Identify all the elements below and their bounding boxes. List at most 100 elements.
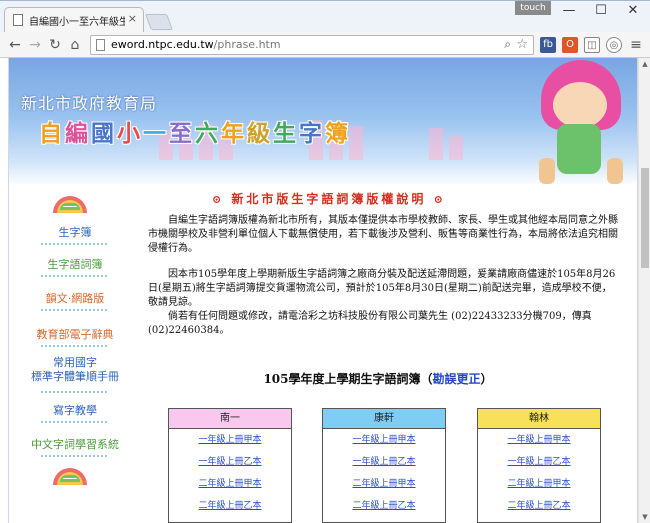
vertical-scrollbar[interactable]: ▲ ▼ — [638, 58, 650, 523]
rainbow-icon — [53, 196, 87, 213]
scroll-up-icon[interactable]: ▲ — [639, 58, 650, 70]
wave-divider — [41, 418, 107, 423]
close-window-button[interactable]: ✕ — [618, 1, 648, 21]
download-link[interactable]: 二年級上冊甲本 — [478, 473, 600, 495]
notice-title: ⊙ 新北市版生字語詞簿版權說明 ⊙ — [212, 190, 446, 207]
section-heading: 105學年度上學期生字語詞簿（勘誤更正） — [263, 372, 493, 386]
menu-icon[interactable]: ≡ — [628, 37, 644, 53]
mascot-girl-leg — [539, 158, 555, 184]
scroll-down-icon[interactable]: ▼ — [639, 511, 650, 523]
title-char: 一 — [143, 120, 167, 147]
sidebar-item-chinese-learning-system[interactable]: 中文字詞學習系統 — [15, 436, 135, 452]
contact-paragraph: 倘若有任何問題或修改，請電洽彩之坊科技股份有限公司葉先生 (02)2243323… — [148, 311, 592, 336]
mascot-girl-body — [557, 124, 601, 174]
section-heading-text: 105學年度上學期生字語詞簿 — [263, 372, 421, 386]
title-char: 六 — [195, 120, 219, 147]
home-icon[interactable]: ⌂ — [66, 36, 84, 54]
address-url[interactable]: eword.ntpc.edu.tw/phrase.htm — [111, 38, 281, 51]
publisher-header: 南一 — [169, 409, 291, 429]
sidebar-item-vocab-book[interactable]: 生字簿 — [15, 224, 135, 240]
scrollbar-thumb[interactable] — [641, 168, 649, 268]
title-char: 編 — [65, 120, 89, 147]
mascot-girl-face — [553, 82, 607, 128]
site-title: 自編國小一至六年級生字簿 — [39, 114, 351, 148]
publisher-box-kangxuan: 康軒 一年級上冊甲本 一年級上冊乙本 二年級上冊甲本 二年級上冊乙本 — [322, 408, 446, 523]
notice-title-text: 新北市版生字語詞簿版權說明 — [231, 192, 427, 206]
minimize-button[interactable]: — — [554, 1, 584, 21]
title-char: 年 — [221, 120, 245, 147]
sidebar-item-label: 常用國字 — [53, 356, 97, 369]
new-tab-button[interactable] — [145, 14, 173, 30]
download-link[interactable]: 二年級上冊甲本 — [323, 473, 445, 495]
mascot-girl-leg — [607, 158, 623, 184]
sidebar-item-vocab-phrase-book[interactable]: 生字語詞簿 — [15, 256, 135, 272]
sidebar-item-stroke-order[interactable]: 常用國字 標準字體筆順手冊 — [15, 356, 135, 386]
page-info-icon[interactable] — [96, 39, 105, 51]
tab-close-icon[interactable]: × — [128, 12, 137, 25]
extension-icon[interactable]: ◫ — [584, 37, 600, 53]
download-link[interactable]: 一年級上冊甲本 — [323, 429, 445, 451]
wave-divider — [41, 342, 107, 347]
title-char: 小 — [117, 120, 141, 147]
zoom-icon[interactable]: ⌕ — [504, 37, 511, 52]
download-link[interactable]: 一年級上冊乙本 — [323, 451, 445, 473]
forward-arrow-icon[interactable]: → — [26, 36, 44, 54]
wave-divider — [41, 452, 107, 457]
office-extension-icon[interactable]: O — [562, 37, 578, 53]
notice-marker-icon: ⊙ — [212, 193, 225, 206]
download-link[interactable]: 二年級上冊甲本 — [169, 473, 291, 495]
publisher-box-hanlin: 翰林 一年級上冊甲本 一年級上冊乙本 二年級上冊甲本 二年級上冊乙本 — [477, 408, 601, 523]
title-char: 字 — [299, 120, 323, 147]
browser-toolbar: ← → ↻ ⌂ eword.ntpc.edu.tw/phrase.htm ⌕ ☆… — [0, 32, 650, 58]
download-link[interactable]: 一年級上冊甲本 — [169, 429, 291, 451]
title-char: 生 — [273, 120, 297, 147]
gov-title: 新北市政府教育局 — [21, 94, 158, 113]
download-link[interactable]: 一年級上冊乙本 — [169, 451, 291, 473]
download-link[interactable]: 一年級上冊乙本 — [478, 451, 600, 473]
address-bar[interactable]: eword.ntpc.edu.tw/phrase.htm ⌕ ☆ — [90, 35, 534, 55]
page-viewport: 新北市政府教育局 自編國小一至六年級生字簿 生字簿 生字語詞簿 韻文·網路版 教… — [0, 58, 638, 523]
title-char: 至 — [169, 120, 193, 147]
tab-strip: 自編國小一至六年級生字簿 × touch — ☐ ✕ — [0, 0, 650, 33]
maximize-button[interactable]: ☐ — [586, 1, 616, 21]
wave-divider — [41, 272, 107, 277]
page-favicon-icon — [13, 14, 23, 26]
publisher-box-nani: 南一 一年級上冊甲本 一年級上冊乙本 二年級上冊甲本 二年級上冊乙本 — [168, 408, 292, 523]
header-banner: 新北市政府教育局 自編國小一至六年級生字簿 — [9, 58, 637, 186]
publisher-header: 康軒 — [323, 409, 445, 429]
download-link[interactable]: 二年級上冊乙本 — [478, 495, 600, 517]
title-char: 級 — [247, 120, 271, 147]
wave-divider — [41, 240, 107, 245]
sidebar-item-rhyme-online[interactable]: 韻文·網路版 — [15, 290, 135, 306]
wave-divider — [41, 306, 107, 311]
compass-extension-icon[interactable]: ◎ — [606, 37, 622, 53]
title-char: 自 — [39, 120, 63, 147]
sidebar: 生字簿 生字語詞簿 韻文·網路版 教育部電子辭典 常用國字 標準字體筆順手冊 寫… — [9, 186, 135, 523]
browser-tab[interactable]: 自編國小一至六年級生字簿 × — [4, 7, 144, 33]
copyright-paragraph: 自編生字語詞簿版權為新北市所有，其版本僅提供本市學校教師、家長、學生或其他經本局… — [148, 215, 618, 254]
city-building — [429, 128, 443, 160]
sidebar-item-writing-teaching[interactable]: 寫字教學 — [15, 402, 135, 418]
download-link[interactable]: 二年級上冊乙本 — [169, 495, 291, 517]
city-building — [349, 126, 363, 160]
sidebar-item-label: 標準字體筆順手冊 — [31, 370, 119, 383]
touch-indicator: touch — [515, 1, 551, 15]
page-body: 新北市政府教育局 自編國小一至六年級生字簿 生字簿 生字語詞簿 韻文·網路版 教… — [8, 58, 638, 523]
sidebar-item-moe-dictionary[interactable]: 教育部電子辭典 — [15, 326, 135, 342]
tab-title: 自編國小一至六年級生字簿 — [29, 17, 125, 28]
download-link[interactable]: 二年級上冊乙本 — [323, 495, 445, 517]
wave-divider — [41, 388, 107, 393]
facebook-extension-icon[interactable]: fb — [540, 37, 556, 53]
reload-icon[interactable]: ↻ — [46, 36, 64, 54]
main-content: ⊙ 新北市版生字語詞簿版權說明 ⊙ 自編生字語詞簿版權為新北市所有，其版本僅提供… — [138, 186, 638, 523]
rainbow-icon — [53, 468, 87, 485]
city-building — [449, 136, 463, 160]
delivery-paragraph: 因本市105學年度上學期新版生字語詞簿之廠商分裝及配送延滯問題，爰業請廠商儘速於… — [148, 269, 616, 308]
download-link[interactable]: 一年級上冊甲本 — [478, 429, 600, 451]
errata-link[interactable]: 勘誤更正 — [433, 372, 481, 386]
title-char: 國 — [91, 120, 115, 147]
publisher-header: 翰林 — [478, 409, 600, 429]
back-arrow-icon[interactable]: ← — [6, 36, 24, 54]
notice-marker-icon: ⊙ — [433, 193, 446, 206]
bookmark-star-icon[interactable]: ☆ — [516, 37, 528, 52]
